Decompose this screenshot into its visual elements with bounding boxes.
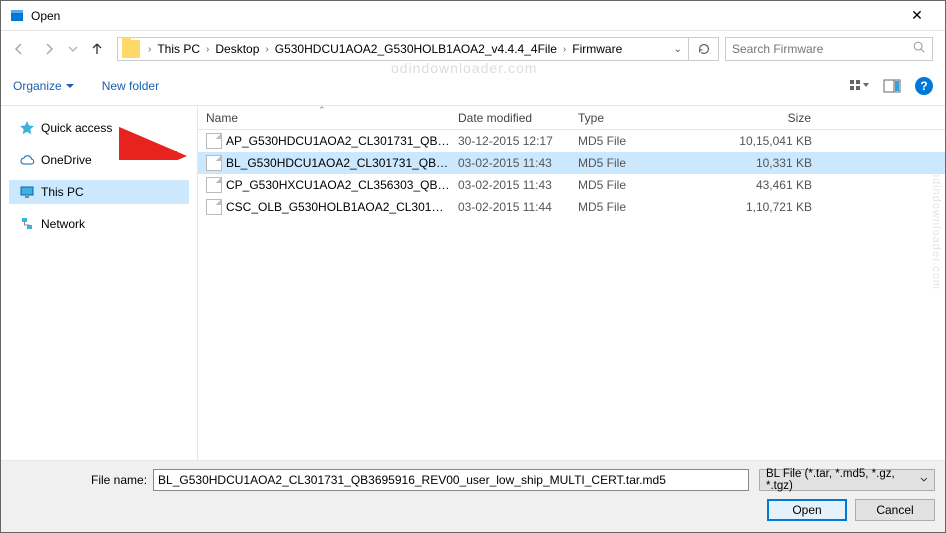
- file-size: 10,15,041 KB: [720, 134, 820, 148]
- forward-button[interactable]: [35, 35, 63, 63]
- network-icon: [19, 216, 35, 232]
- filename-label: File name:: [91, 473, 147, 487]
- search-box[interactable]: [725, 37, 933, 61]
- refresh-button[interactable]: [688, 37, 718, 61]
- breadcrumb-item[interactable]: Firmware: [568, 42, 626, 56]
- cancel-button[interactable]: Cancel: [855, 499, 935, 521]
- file-list: ⌃ Name Date modified Type Size AP_G530HD…: [197, 106, 945, 460]
- file-icon: [206, 155, 222, 171]
- app-icon: [9, 8, 25, 24]
- up-button[interactable]: [83, 35, 111, 63]
- sidebar-item-network[interactable]: Network: [9, 212, 189, 236]
- column-header-date[interactable]: Date modified: [450, 111, 570, 125]
- sidebar-item-label: Network: [41, 217, 85, 231]
- file-icon: [206, 177, 222, 193]
- file-name: AP_G530HDCU1AOA2_CL301731_QB3695...: [226, 134, 450, 148]
- file-date: 03-02-2015 11:44: [450, 200, 570, 214]
- column-headers: ⌃ Name Date modified Type Size: [198, 106, 945, 130]
- window-title: Open: [31, 9, 897, 23]
- file-date: 03-02-2015 11:43: [450, 178, 570, 192]
- chevron-right-icon[interactable]: ›: [204, 44, 211, 55]
- sidebar-item-label: This PC: [41, 185, 84, 199]
- file-size: 1,10,721 KB: [720, 200, 820, 214]
- file-size: 10,331 KB: [720, 156, 820, 170]
- file-name: CSC_OLB_G530HOLB1AOA2_CL301731_Q...: [226, 200, 450, 214]
- star-icon: [19, 120, 35, 136]
- address-dropdown[interactable]: ⌄: [668, 44, 688, 55]
- breadcrumb-item[interactable]: G530HDCU1AOA2_G530HOLB1AOA2_v4.4.4_4File: [271, 42, 561, 56]
- filter-label: BL File (*.tar, *.md5, *.gz, *.tgz): [766, 468, 920, 492]
- help-button[interactable]: ?: [915, 77, 933, 95]
- preview-pane-button[interactable]: [881, 76, 905, 96]
- column-header-size[interactable]: Size: [720, 111, 820, 125]
- sort-indicator-icon: ⌃: [318, 106, 326, 116]
- breadcrumb-item[interactable]: Desktop: [211, 42, 263, 56]
- titlebar: Open ✕: [1, 1, 945, 31]
- file-row[interactable]: CP_G530HXCU1AOA2_CL356303_QB3691...03-02…: [198, 174, 945, 196]
- sidebar-item-label: OneDrive: [41, 153, 92, 167]
- close-button[interactable]: ✕: [897, 7, 937, 24]
- open-button[interactable]: Open: [767, 499, 847, 521]
- file-row[interactable]: AP_G530HDCU1AOA2_CL301731_QB3695...30-12…: [198, 130, 945, 152]
- file-type: MD5 File: [570, 156, 720, 170]
- navbar: › This PC › Desktop › G530HDCU1AOA2_G530…: [1, 31, 945, 67]
- chevron-down-icon: [920, 476, 928, 484]
- file-row[interactable]: CSC_OLB_G530HOLB1AOA2_CL301731_Q...03-02…: [198, 196, 945, 218]
- cloud-icon: [19, 152, 35, 168]
- file-type-filter[interactable]: BL File (*.tar, *.md5, *.gz, *.tgz): [759, 469, 935, 491]
- organize-label: Organize: [13, 79, 62, 93]
- bottom-panel: File name: BL File (*.tar, *.md5, *.gz, …: [1, 460, 945, 532]
- sidebar-item-this-pc[interactable]: This PC: [9, 180, 189, 204]
- file-icon: [206, 199, 222, 215]
- column-header-type[interactable]: Type: [570, 111, 720, 125]
- file-date: 03-02-2015 11:43: [450, 156, 570, 170]
- filename-input[interactable]: [153, 469, 749, 491]
- file-size: 43,461 KB: [720, 178, 820, 192]
- toolbar: Organize New folder ?: [1, 67, 945, 105]
- search-input[interactable]: [732, 42, 912, 56]
- address-bar[interactable]: › This PC › Desktop › G530HDCU1AOA2_G530…: [117, 37, 719, 61]
- organize-menu[interactable]: Organize: [13, 79, 74, 93]
- new-folder-button[interactable]: New folder: [102, 79, 159, 93]
- file-icon: [206, 133, 222, 149]
- back-button[interactable]: [5, 35, 33, 63]
- chevron-right-icon[interactable]: ›: [146, 44, 153, 55]
- file-name: CP_G530HXCU1AOA2_CL356303_QB3691...: [226, 178, 450, 192]
- breadcrumb-item[interactable]: This PC: [153, 42, 204, 56]
- view-options-button[interactable]: [847, 76, 871, 96]
- file-type: MD5 File: [570, 178, 720, 192]
- chevron-right-icon[interactable]: ›: [263, 44, 270, 55]
- file-row[interactable]: BL_G530HDCU1AOA2_CL301731_QB3695...03-02…: [198, 152, 945, 174]
- file-name: BL_G530HDCU1AOA2_CL301731_QB3695...: [226, 156, 450, 170]
- annotation-arrow-icon: [119, 120, 189, 160]
- monitor-icon: [19, 184, 35, 200]
- chevron-right-icon[interactable]: ›: [561, 44, 568, 55]
- recent-dropdown[interactable]: [65, 35, 81, 63]
- file-type: MD5 File: [570, 134, 720, 148]
- file-type: MD5 File: [570, 200, 720, 214]
- sidebar-item-label: Quick access: [41, 121, 112, 135]
- search-icon[interactable]: [912, 40, 926, 59]
- folder-icon: [122, 40, 140, 58]
- file-date: 30-12-2015 12:17: [450, 134, 570, 148]
